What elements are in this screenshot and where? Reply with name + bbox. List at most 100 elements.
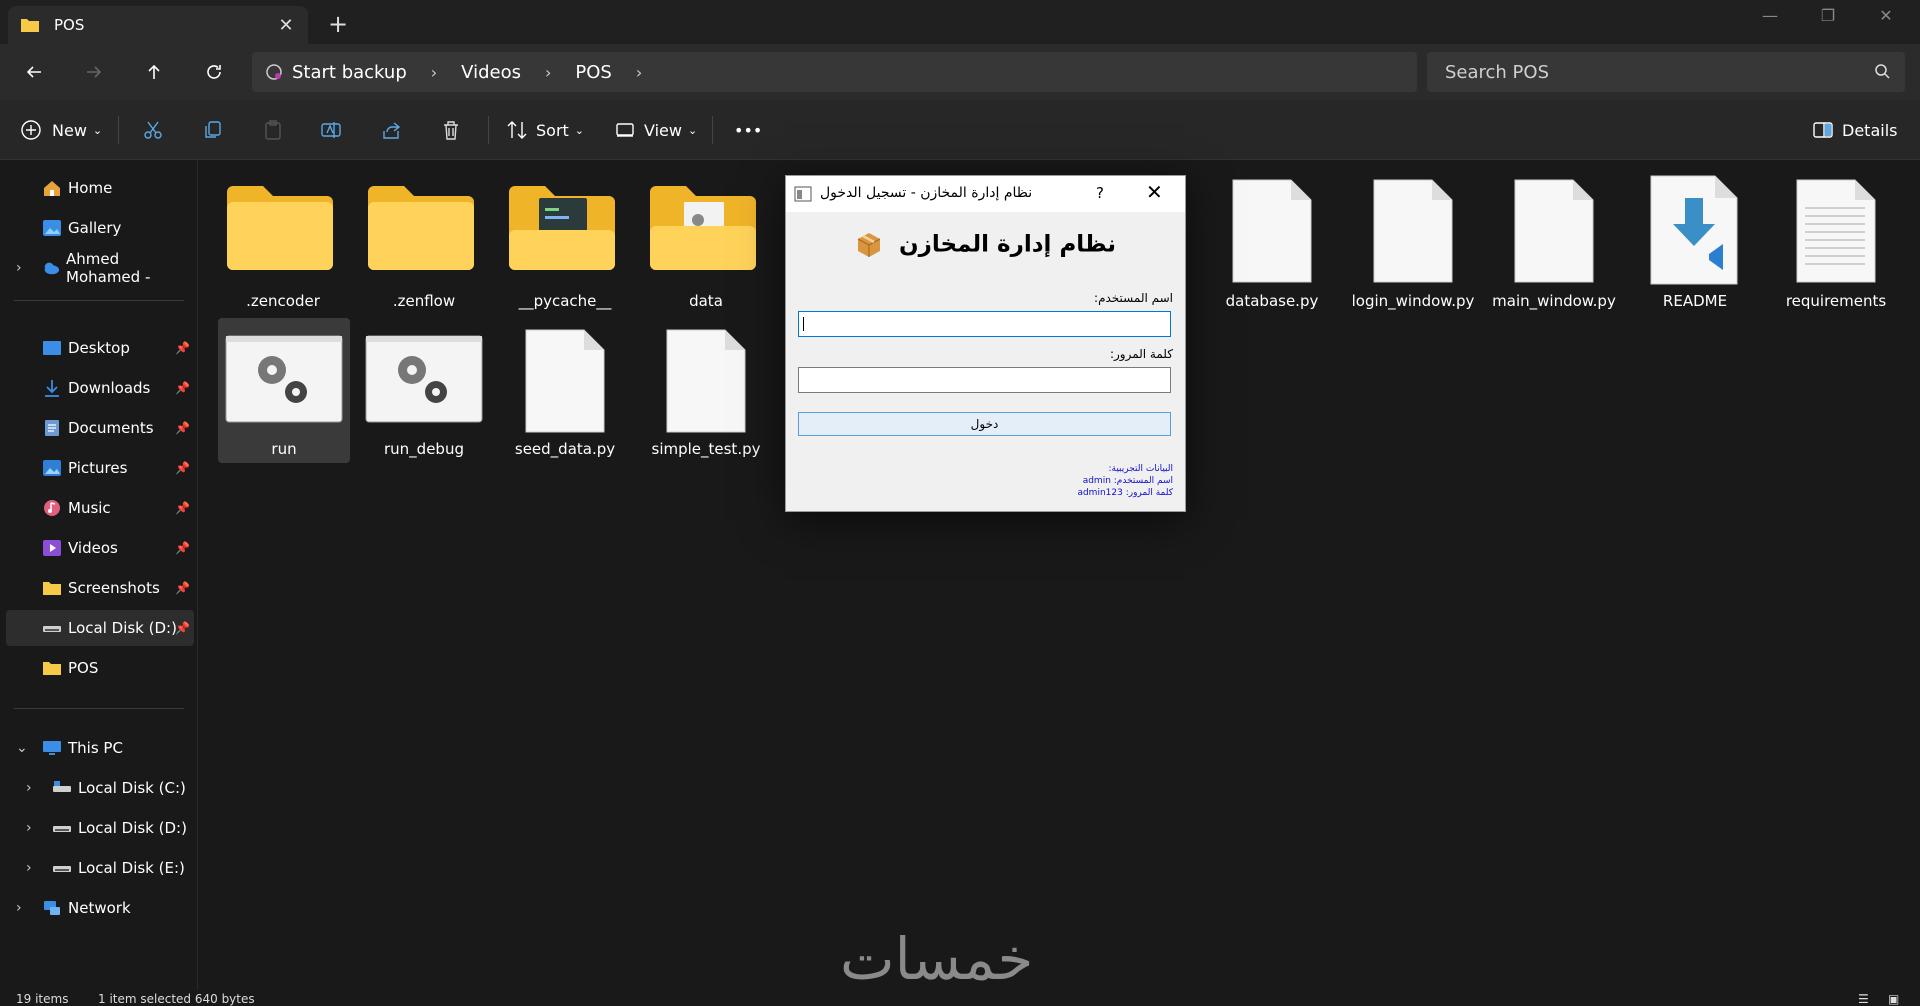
pin-icon[interactable]: 📌: [175, 501, 190, 515]
drive-icon: [53, 826, 71, 832]
onedrive-icon: [44, 262, 60, 275]
close-dialog-icon[interactable]: ✕: [1146, 180, 1163, 204]
sidebar-item-local-disk-e[interactable]: › Local Disk (E:): [6, 850, 194, 886]
rename-button[interactable]: [320, 114, 342, 146]
sidebar-item-local-disk-d2[interactable]: › Local Disk (D:): [6, 810, 194, 846]
sidebar-item-music[interactable]: Music 📌: [6, 490, 194, 526]
file-seed-data-py[interactable]: seed_data.py: [499, 318, 631, 463]
new-button[interactable]: New ⌄: [20, 114, 102, 146]
folder-zenflow[interactable]: .zenflow: [358, 178, 490, 318]
pin-icon[interactable]: 📌: [175, 461, 190, 475]
pin-icon[interactable]: 📌: [175, 541, 190, 555]
file-run[interactable]: run: [218, 318, 350, 463]
close-window-icon[interactable]: ✕: [1866, 6, 1906, 25]
view-button[interactable]: View ⌄: [614, 114, 697, 146]
paste-button[interactable]: [262, 114, 284, 146]
file-simple-test-py[interactable]: simple_test.py: [640, 318, 772, 463]
folder-zencoder[interactable]: .zencoder: [217, 178, 349, 318]
pin-icon[interactable]: 📌: [175, 421, 190, 435]
chevron-right-icon[interactable]: ›: [16, 900, 22, 916]
minimize-icon[interactable]: —: [1750, 6, 1790, 25]
pin-icon[interactable]: 📌: [175, 381, 190, 395]
folder-pycache[interactable]: __pycache__: [499, 178, 631, 318]
cut-button[interactable]: [142, 114, 164, 146]
demo-password: كلمة المرور: admin123: [1077, 488, 1173, 498]
file-readme[interactable]: README: [1629, 175, 1761, 318]
chevron-right-icon: ›: [430, 62, 438, 82]
sidebar-item-this-pc[interactable]: ⌄ This PC: [6, 730, 194, 766]
details-button[interactable]: Details: [1812, 114, 1897, 146]
chevron-right-icon[interactable]: ›: [26, 820, 32, 836]
sidebar-item-label: Ahmed Mohamed -: [66, 250, 151, 286]
breadcrumb-pos[interactable]: POS: [575, 62, 611, 83]
forward-button[interactable]: [74, 54, 114, 90]
chevron-right-icon[interactable]: ›: [26, 860, 32, 876]
more-button[interactable]: •••: [734, 114, 762, 146]
sort-button[interactable]: Sort ⌄: [506, 114, 584, 146]
copy-button[interactable]: [202, 114, 224, 146]
pin-icon[interactable]: 📌: [175, 581, 190, 595]
pin-icon[interactable]: 📌: [175, 341, 190, 355]
sidebar-item-label: Gallery: [68, 219, 122, 237]
sidebar-item-local-disk-d[interactable]: Local Disk (D:) 📌: [6, 610, 194, 646]
folder-with-code-icon: [509, 186, 615, 270]
demo-username: اسم المستخدم: admin: [1082, 476, 1173, 486]
file-label: run: [271, 440, 297, 458]
sidebar-item-documents[interactable]: Documents 📌: [6, 410, 194, 446]
breadcrumb-videos[interactable]: Videos: [461, 62, 521, 83]
help-icon[interactable]: ?: [1096, 184, 1104, 202]
sidebar-item-screenshots[interactable]: Screenshots 📌: [6, 570, 194, 606]
login-button[interactable]: دخول: [798, 412, 1171, 436]
sidebar-item-pictures[interactable]: Pictures 📌: [6, 450, 194, 486]
address-bar[interactable]: Start backup › Videos › POS ›: [252, 52, 1417, 92]
file-database-py[interactable]: database.py: [1206, 178, 1338, 318]
sidebar-item-videos[interactable]: Videos 📌: [6, 530, 194, 566]
sidebar-item-downloads[interactable]: Downloads 📌: [6, 370, 194, 406]
search-box[interactable]: Search POS: [1427, 52, 1905, 92]
share-button[interactable]: [380, 114, 402, 146]
chevron-right-icon[interactable]: ›: [26, 780, 32, 796]
file-main-window-py[interactable]: main_window.py: [1488, 178, 1620, 318]
sidebar-item-label: Desktop: [68, 339, 130, 357]
sidebar-item-desktop[interactable]: Desktop 📌: [6, 330, 194, 366]
chevron-right-icon[interactable]: ›: [16, 260, 22, 276]
restore-icon[interactable]: ❐: [1808, 6, 1848, 25]
file-label: requirements: [1785, 292, 1887, 310]
sidebar-item-gallery[interactable]: Gallery: [6, 210, 194, 246]
sidebar-item-label: Local Disk (E:): [78, 859, 185, 877]
cut-icon: [144, 121, 162, 139]
system-drive-icon: [53, 781, 71, 792]
status-bar: 19 items 1 item selected 640 bytes ☰ ▣: [0, 990, 1920, 1006]
back-button[interactable]: [14, 54, 54, 90]
password-input[interactable]: [798, 367, 1171, 393]
chevron-down-icon[interactable]: ⌄: [16, 740, 28, 756]
delete-button[interactable]: [440, 114, 462, 146]
divider: [14, 300, 184, 301]
chevron-right-icon[interactable]: ›: [636, 63, 642, 82]
breadcrumb-start-backup[interactable]: Start backup: [292, 62, 407, 83]
username-input[interactable]: [798, 311, 1171, 337]
chevron-down-icon: ⌄: [92, 123, 103, 137]
file-run-debug[interactable]: run_debug: [358, 318, 490, 463]
refresh-button[interactable]: [194, 54, 234, 90]
sidebar-item-onedrive[interactable]: › Ahmed Mohamed -: [6, 250, 194, 286]
drive-icon: [53, 866, 71, 872]
sidebar-item-label: Local Disk (C:): [78, 779, 186, 797]
pin-icon[interactable]: 📌: [175, 621, 190, 635]
close-tab-icon[interactable]: ✕: [276, 15, 296, 36]
refresh-icon: [207, 65, 221, 79]
new-tab-button[interactable]: +: [328, 10, 348, 38]
folder-data[interactable]: data: [640, 178, 772, 318]
file-requirements[interactable]: requirements: [1770, 178, 1902, 318]
trash-icon: [444, 121, 458, 140]
rename-icon: [321, 122, 341, 138]
copy-icon: [205, 121, 221, 138]
sidebar-item-pos[interactable]: POS: [6, 650, 194, 686]
tab-pos[interactable]: POS ✕: [8, 6, 308, 44]
sidebar-item-local-disk-c[interactable]: › Local Disk (C:): [6, 770, 194, 806]
sidebar-item-home[interactable]: Home: [6, 170, 194, 206]
up-button[interactable]: [134, 54, 174, 90]
dialog-heading: نظام إدارة المخازن: [786, 231, 1185, 259]
file-login-window-py[interactable]: login_window.py: [1347, 178, 1479, 318]
sidebar-item-network[interactable]: › Network: [6, 890, 194, 926]
